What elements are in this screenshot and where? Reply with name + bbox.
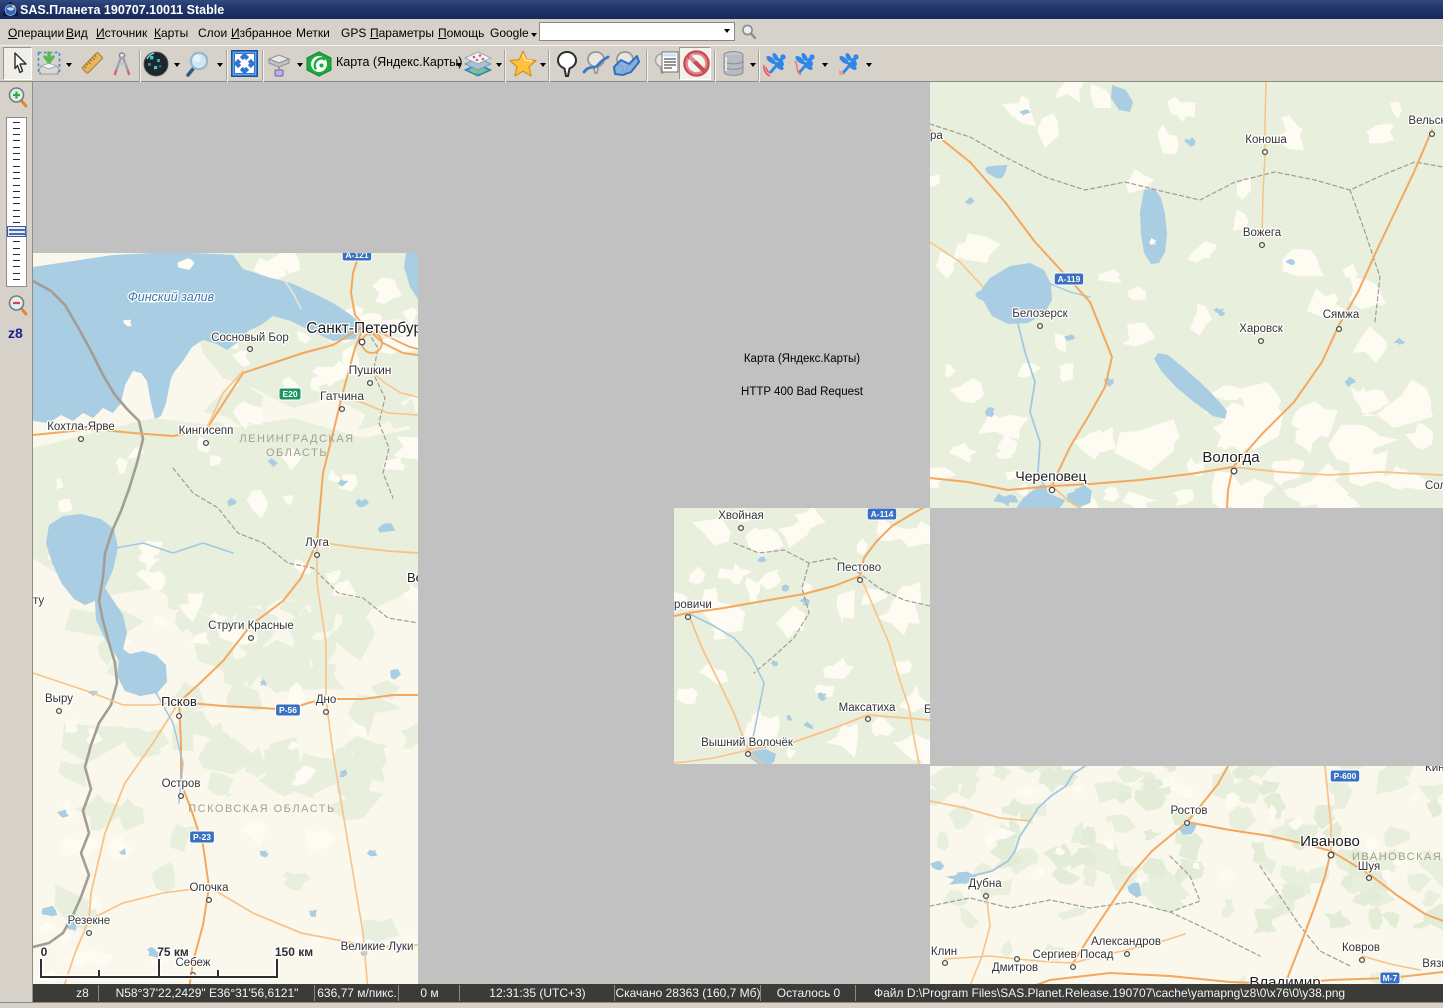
svg-text:Вышний Волочёк: Вышний Волочёк	[701, 737, 794, 749]
svg-text:Р-600: Р-600	[1334, 771, 1357, 781]
svg-text:М-7: М-7	[1383, 973, 1398, 983]
svg-text:ту: ту	[33, 595, 44, 607]
svg-text:Б: Б	[924, 704, 930, 716]
svg-text:Санкт-Петербург: Санкт-Петербург	[306, 320, 418, 337]
svg-text:Резекне: Резекне	[68, 915, 111, 927]
svg-text:Сол: Сол	[1425, 480, 1443, 492]
svg-text:Струги Красные: Струги Красные	[208, 620, 294, 632]
svg-text:Вожега: Вожега	[1243, 227, 1282, 239]
svg-text:Кохтла-Ярве: Кохтла-Ярве	[47, 421, 115, 433]
svg-text:Р-56: Р-56	[279, 705, 297, 715]
svg-text:Вязн: Вязн	[1422, 958, 1443, 970]
svg-text:Максатиха: Максатиха	[839, 702, 896, 714]
svg-text:Коноша: Коноша	[1245, 134, 1287, 146]
svg-text:Остров: Остров	[162, 778, 201, 790]
svg-text:Белозерск: Белозерск	[1012, 308, 1068, 320]
svg-text:Сосновый Бор: Сосновый Бор	[211, 332, 289, 344]
svg-text:Кингисепп: Кингисепп	[179, 425, 234, 437]
svg-text:Шуя: Шуя	[1358, 861, 1380, 873]
svg-text:ЛЕНИНГРАДСКАЯ: ЛЕНИНГРАДСКАЯ	[239, 433, 354, 445]
svg-text:Пестово: Пестово	[837, 562, 881, 574]
svg-text:Сергиев Посад: Сергиев Посад	[1033, 949, 1114, 961]
svg-text:Вельск: Вельск	[1408, 115, 1443, 127]
svg-text:Выру: Выру	[45, 693, 73, 705]
svg-text:ОБЛАСТЬ: ОБЛАСТЬ	[266, 447, 328, 459]
svg-text:Опочка: Опочка	[190, 882, 230, 894]
svg-text:ровичи: ровичи	[674, 599, 712, 611]
svg-text:Сямжа: Сямжа	[1323, 309, 1360, 321]
svg-text:E20: E20	[282, 389, 297, 399]
svg-text:Р-23: Р-23	[193, 832, 211, 842]
svg-text:Финский залив: Финский залив	[128, 290, 215, 304]
svg-text:Ковров: Ковров	[1342, 942, 1380, 954]
svg-text:А-114: А-114	[871, 509, 894, 519]
svg-text:ра: ра	[930, 130, 943, 142]
svg-text:Великие Луки: Великие Луки	[341, 941, 414, 953]
svg-text:А-119: А-119	[1058, 274, 1081, 284]
svg-text:А-121: А-121	[345, 253, 368, 260]
svg-text:Гатчина: Гатчина	[320, 389, 364, 403]
svg-text:Луга: Луга	[305, 537, 329, 549]
svg-text:Вели: Вели	[407, 570, 418, 585]
svg-text:Череповец: Череповец	[1015, 468, 1086, 484]
svg-text:0: 0	[41, 945, 48, 959]
svg-text:Александров: Александров	[1091, 936, 1161, 948]
svg-text:ПСКОВСКАЯ ОБЛАСТЬ: ПСКОВСКАЯ ОБЛАСТЬ	[188, 803, 335, 815]
svg-text:Ростов: Ростов	[1171, 805, 1208, 817]
svg-text:Псков: Псков	[161, 694, 197, 709]
svg-text:Хвойная: Хвойная	[718, 510, 763, 522]
svg-text:Пушкин: Пушкин	[349, 363, 392, 377]
svg-text:Иваново: Иваново	[1300, 833, 1360, 850]
svg-text:Клин: Клин	[931, 946, 957, 958]
svg-text:Харовск: Харовск	[1239, 323, 1284, 335]
svg-text:Дубна: Дубна	[968, 878, 1002, 890]
svg-text:Вологда: Вологда	[1202, 449, 1260, 466]
svg-text:75 км: 75 км	[157, 945, 189, 959]
svg-text:Кине: Кине	[1425, 766, 1443, 774]
svg-text:Дно: Дно	[316, 694, 337, 706]
svg-text:150 км: 150 км	[275, 945, 313, 959]
svg-text:Дмитров: Дмитров	[992, 962, 1038, 974]
